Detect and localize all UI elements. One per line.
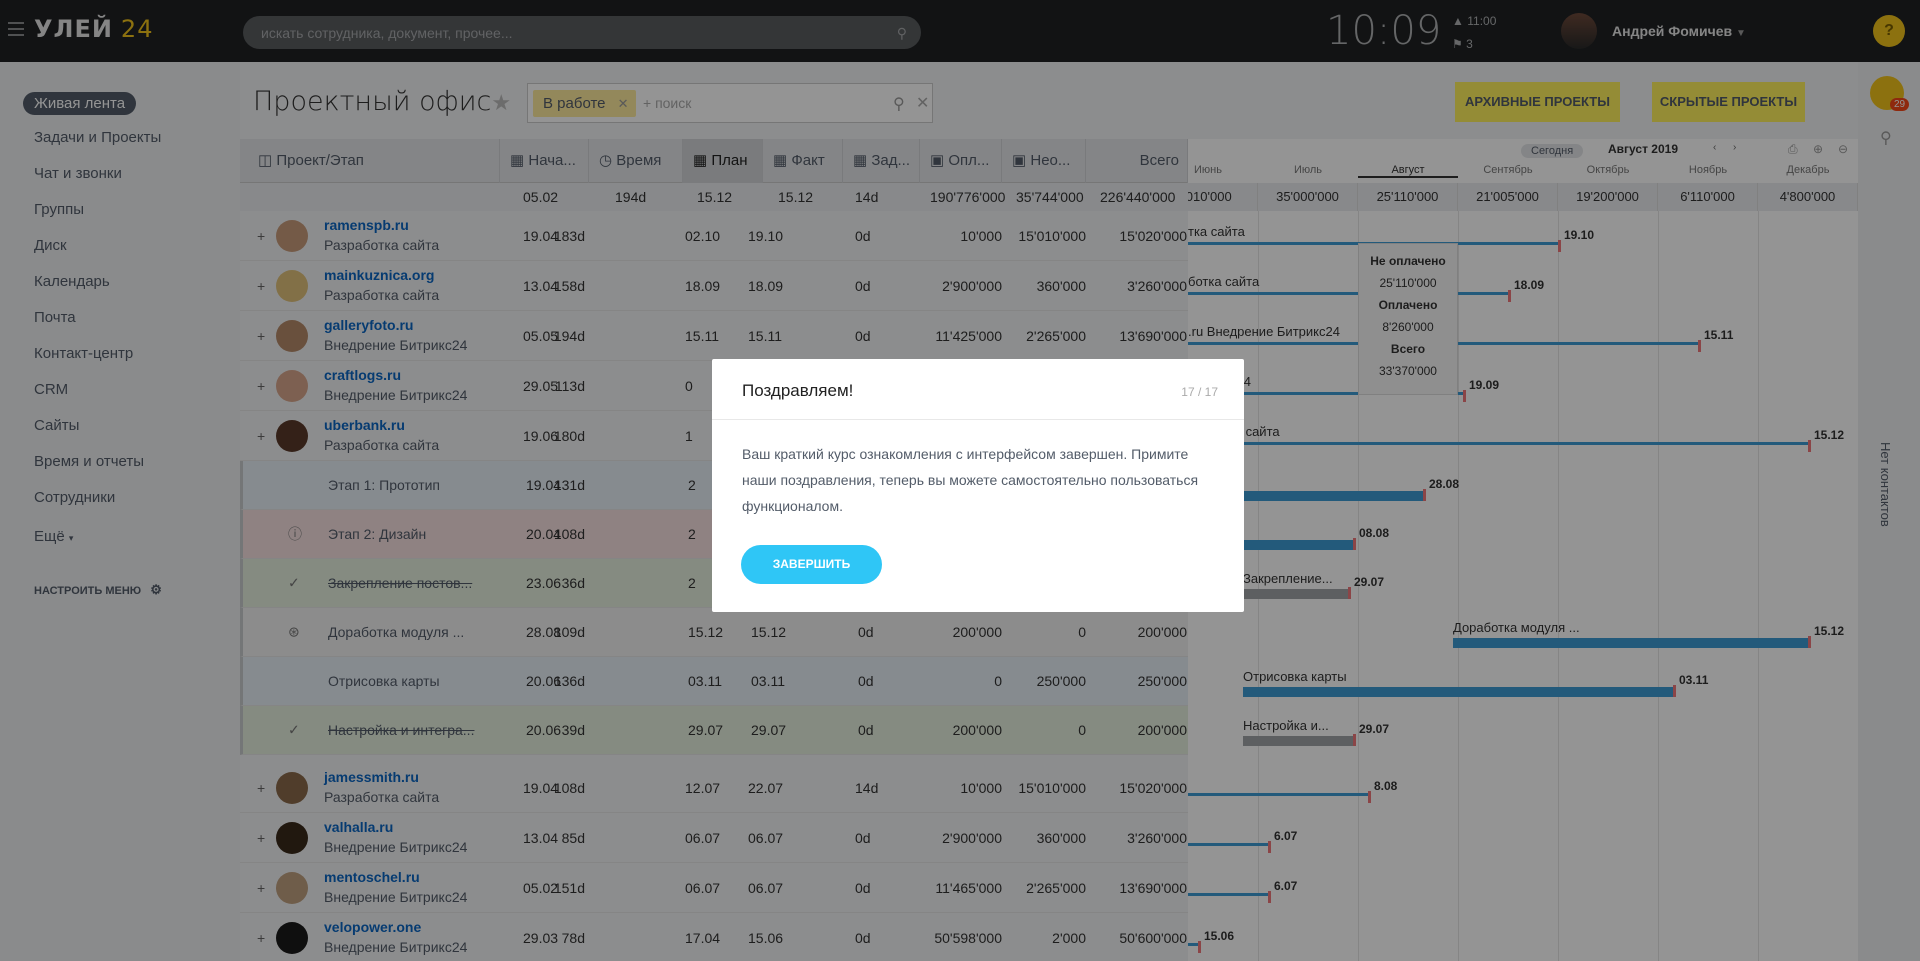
congrats-dialog: Поздравляем! 17 / 17 Ваш краткий курс оз… — [712, 359, 1244, 612]
dialog-text: Ваш краткий курс ознакомления с интерфей… — [742, 446, 1199, 514]
dialog-title: Поздравляем! — [742, 381, 854, 400]
divider — [712, 419, 1244, 420]
finish-button[interactable]: ЗАВЕРШИТЬ — [741, 545, 882, 584]
dialog-step-counter: 17 / 17 — [1181, 385, 1218, 399]
